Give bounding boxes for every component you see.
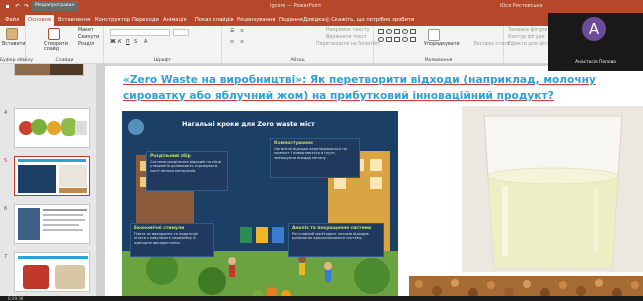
bullets-icon[interactable]: ☰ [230,29,234,34]
slide-editor: «Zero Waste на виробництві»: Як перетвор… [97,64,643,301]
group-clipboard: Вставити Буфер обміну [0,26,34,64]
slide-thumbnail[interactable] [14,108,90,148]
slide-thumbnail[interactable] [14,252,90,292]
smartart-button[interactable]: Перетворити на SmartArt [316,42,380,47]
slide-number: 6 [4,206,8,212]
arrange-button[interactable]: Упорядкувати [424,42,460,47]
underline-button[interactable]: П [126,40,130,45]
box-title: Економічні стимули [134,226,185,231]
tab-transitions[interactable]: Переходи [129,15,162,26]
align-left-icon[interactable]: ≡ [230,40,234,45]
zero-waste-infographic[interactable]: Нагальні кроки для Zero waste міст Розді… [122,111,398,301]
shape-outline-button[interactable]: Контур фігури [508,35,545,40]
glass-illustration [462,106,643,272]
tab-animations[interactable]: Анімація [160,15,190,26]
ribbon: Вставити Буфер обміну Створити слайд Мак… [0,26,643,64]
shapes-gallery[interactable] [378,29,422,51]
box-text: Органічні відходи перетворюються на комп… [274,147,347,160]
infographic-heading: Нагальні кроки для Zero waste міст [182,120,315,128]
tab-file[interactable]: Файл [2,15,22,26]
participant-video-tile[interactable]: A Анастасія Попова [548,13,643,71]
reset-button[interactable]: Скинути [78,35,99,40]
box-text: Регулярний моніторинг потоків відходів д… [292,232,369,241]
paste-icon[interactable] [6,28,18,40]
font-size-select[interactable] [173,29,189,36]
meeting-tag: Медіапрограван [32,1,78,11]
current-slide[interactable]: «Zero Waste на виробництві»: Як перетвор… [105,66,643,301]
shape-fill-button[interactable]: Заливка фігури [508,28,547,33]
font-group-label: Шрифт [153,58,172,63]
group-drawing: Упорядкувати Експрес-стилі Малювання [374,26,509,64]
slide-thumbnail-prev[interactable] [14,64,84,76]
tell-me-box[interactable]: ◎ Скажіть, що потрібно зробити [325,17,414,23]
slides-group-label: Слайди [55,58,74,63]
box-title: Аналіз та покращення системи [292,226,372,231]
tell-me-text: Скажіть, що потрібно зробити [331,17,415,23]
paste-button[interactable]: Вставити [2,42,26,47]
redo-icon[interactable]: ↷ [22,2,31,11]
slide-number: 7 [4,254,8,260]
title-bar: ▪ ↶ ↷ Медіапрограван Igcore — PowerPoint… [0,0,643,13]
save-icon[interactable]: ▪ [3,2,12,11]
section-button[interactable]: Розділ [78,42,94,47]
align-center-icon[interactable]: ≡ [240,40,244,45]
numbering-icon[interactable]: ≡ [240,29,244,34]
slide-number: 4 [4,110,8,116]
meeting-timer: 0:29:36 [8,296,24,301]
slide-title-highlight: «Zero Waste на виробництві» [123,74,303,86]
box-title: Компостування [274,141,313,146]
avatar: A [582,17,606,41]
group-font: Ж К П S A Шрифт [104,26,222,64]
box-title: Роздільний збір [150,154,191,159]
layout-button[interactable]: Макет [78,28,94,33]
arrange-icon[interactable] [428,29,440,41]
powerpoint-window: ▪ ↶ ↷ Медіапрограван Igcore — PowerPoint… [0,0,643,301]
tab-review[interactable]: Рецензування [234,15,278,26]
infographic-box-economic-incentives: Економічні стимули Плата за викидання та… [130,223,214,257]
bold-button[interactable]: Ж [110,40,116,45]
meeting-bottom-bar: 0:29:36 [0,296,643,301]
document-title: Igcore — PowerPoint [270,3,322,9]
group-paragraph: ☰ ≡ ≡ ≡ Напрямок тексту Вирівняти текст … [222,26,380,64]
slide-thumbnail[interactable] [14,204,90,244]
new-slide-button[interactable]: Створити слайд [44,42,68,52]
font-name-select[interactable] [110,29,170,36]
text-direction-button[interactable]: Напрямок тексту [326,28,370,33]
user-name: Юся Ристевська [500,3,543,9]
infographic-box-analysis: Аналіз та покращення системи Регулярний … [288,223,384,257]
group-shape-format: Заливка фігури Контур фігури Ефекти для … [504,26,556,64]
tab-insert[interactable]: Вставлення [55,15,93,26]
tab-slideshow[interactable]: Показ слайдів [192,15,237,26]
participant-name: Анастасія Попова [575,60,616,65]
paragraph-group-label: Абзац [290,58,305,63]
slide-thumbnails-pane: 4 5 6 7 [0,64,97,301]
infographic-box-separate-collection: Роздільний збір Системи розділення відхо… [146,151,228,191]
slide-thumbnail-selected[interactable] [14,156,90,196]
box-text: Плата за викидання та податкові пільги с… [134,232,198,245]
infographic-box-composting: Компостування Органічні відходи перетвор… [270,138,360,178]
undo-icon[interactable]: ↶ [13,2,22,11]
box-text: Системи розділення відходів на місці утв… [150,160,222,173]
tab-help[interactable]: Довідка [300,15,328,26]
font-color-button[interactable]: A [144,40,147,45]
drawing-group-label: Малювання [424,58,453,63]
clipboard-group-label: Буфер обміну [0,58,34,63]
new-slide-icon[interactable] [48,28,60,40]
slide-title[interactable]: «Zero Waste на виробництві»: Як перетвор… [123,72,633,104]
group-slides: Створити слайд Макет Скинути Розділ Слай… [26,26,104,64]
strikethrough-button[interactable]: S [134,40,137,45]
tab-design[interactable]: Конструктор [92,15,133,26]
slide-number: 5 [4,158,8,164]
tab-home[interactable]: Основне [25,15,55,26]
italic-button[interactable]: К [118,40,121,45]
ribbon-tabs: Файл Основне Вставлення Конструктор Пере… [0,13,643,26]
align-text-button[interactable]: Вирівняти текст [326,35,367,40]
whey-glass-photo[interactable] [462,106,643,272]
